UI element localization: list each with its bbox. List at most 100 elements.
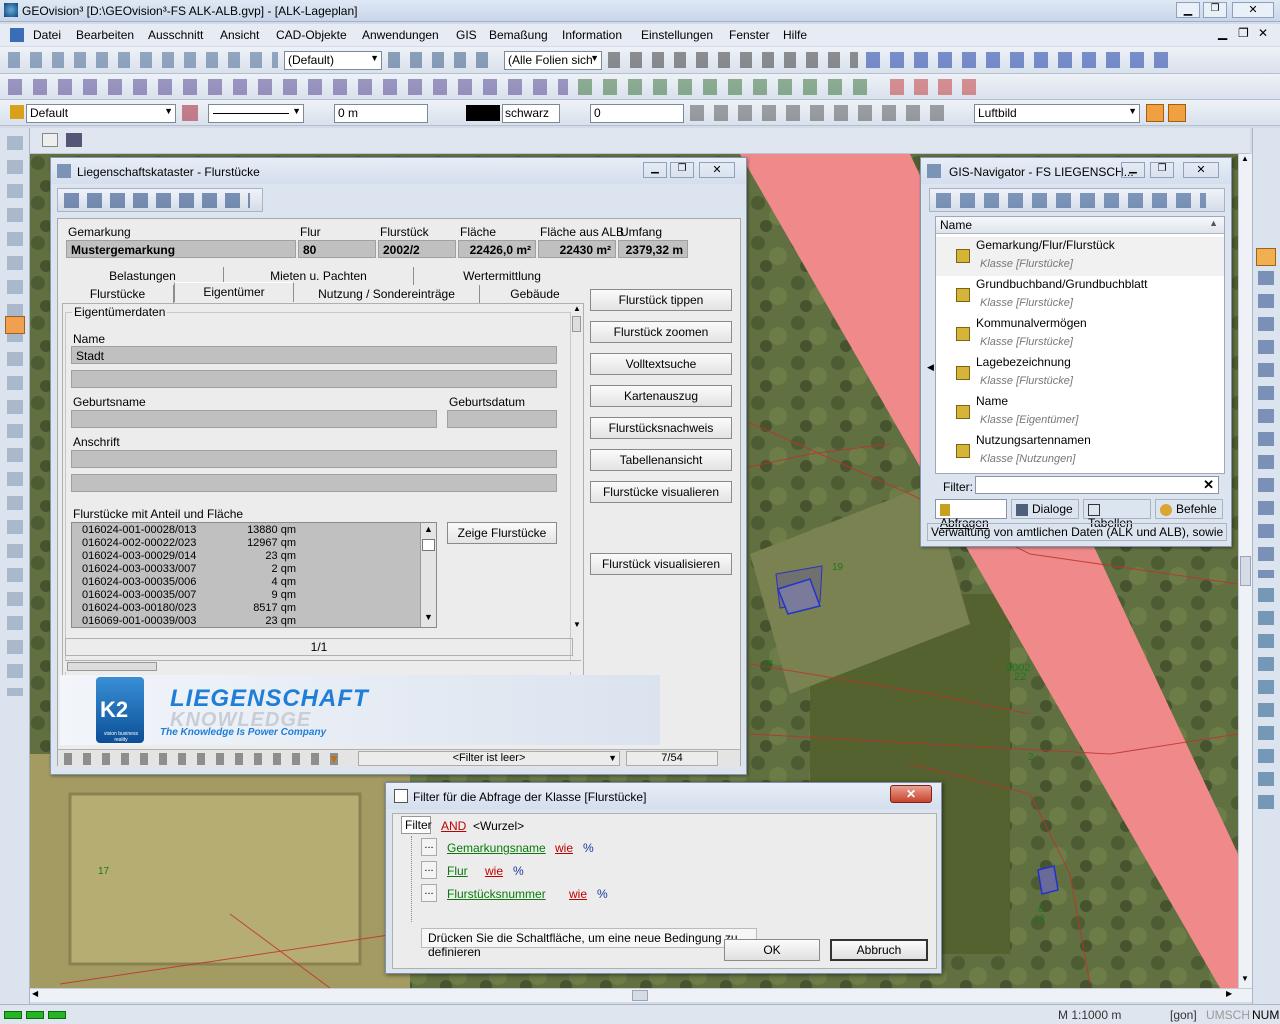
parcels-list[interactable]: 016024-001-00028/013 13880 qm 016024-002-0… xyxy=(71,522,437,628)
tab-gebaeude[interactable]: Gebäude xyxy=(480,285,590,303)
tab-abfragen[interactable]: Abfragen xyxy=(935,499,1007,530)
condition-edit-button[interactable]: ... xyxy=(421,884,437,902)
clear-filter-icon[interactable]: ✕ xyxy=(1203,477,1214,493)
flurstueck-tippen-button[interactable]: Flurstück tippen xyxy=(590,289,732,311)
condition-operator[interactable]: wie xyxy=(569,887,587,901)
scroll-thumb[interactable] xyxy=(1240,556,1251,586)
kataster-restore-icon[interactable]: ❐ xyxy=(670,162,694,178)
toolbar-icons-info[interactable] xyxy=(866,52,1176,68)
restore-button[interactable]: ❐ xyxy=(1203,2,1227,18)
map-vertical-scrollbar[interactable]: ▲ ▼ xyxy=(1238,154,1252,988)
cancel-button[interactable]: Abbruch xyxy=(830,939,928,961)
parcels-scroll-thumb[interactable] xyxy=(422,539,435,551)
condition-edit-button[interactable]: ... xyxy=(421,838,437,856)
toolbar-icons-file[interactable] xyxy=(8,52,278,68)
color-select[interactable]: schwarz xyxy=(502,104,560,123)
distance-input[interactable]: 0 m xyxy=(334,104,428,123)
window-icon[interactable] xyxy=(42,133,58,147)
navigator-close-icon[interactable]: ✕ xyxy=(1183,162,1219,178)
parcels-scrollbar[interactable]: ▲ ▼ xyxy=(420,523,436,627)
filter-close-button[interactable]: ✕ xyxy=(890,785,932,803)
zoom-window-icon[interactable] xyxy=(1256,248,1276,266)
birthname-field[interactable] xyxy=(71,410,437,428)
menu-datei[interactable]: Datei xyxy=(33,28,61,42)
filter-tree-root[interactable]: Filter xyxy=(401,816,432,834)
toolbar-icons-draw[interactable] xyxy=(388,52,498,68)
folien-select[interactable]: (Alle Folien sich ▼ xyxy=(504,51,602,70)
list-item[interactable]: 016024-003-00180/023 8517 qm xyxy=(72,602,418,615)
list-item[interactable]: 016069-001-00039/003 23 qm xyxy=(72,615,418,627)
mdi-close-icon[interactable]: ✕ xyxy=(1258,26,1268,40)
hscroll-thumb[interactable] xyxy=(632,990,648,1001)
pencil-icon[interactable] xyxy=(10,105,24,119)
kataster-minimize-icon[interactable]: ▁ xyxy=(643,162,667,178)
tab-nutzung[interactable]: Nutzung / Sondereinträge xyxy=(294,285,480,303)
show-parcels-button[interactable]: Zeige Flurstücke xyxy=(447,522,557,544)
kataster-toolbar-icons[interactable] xyxy=(64,193,250,208)
menu-information[interactable]: Information xyxy=(562,28,622,42)
condition-operator[interactable]: wie xyxy=(555,841,573,855)
toolbar-icons-snap[interactable] xyxy=(608,52,858,68)
background-select[interactable]: Luftbild ▼ xyxy=(974,104,1140,123)
navigation-tools-icons[interactable] xyxy=(1258,588,1274,818)
layer-select[interactable]: (Default) ▼ xyxy=(284,51,382,70)
menu-gis[interactable]: GIS xyxy=(456,28,477,42)
toolbar-icons-edit[interactable] xyxy=(578,79,878,95)
tab-eigentuemer[interactable]: Eigentümer xyxy=(174,282,294,302)
flurstueck-visualisieren-button[interactable]: Flurstück visualisieren xyxy=(590,553,732,575)
palette-icon[interactable] xyxy=(182,105,198,121)
record-nav-icons[interactable] xyxy=(64,753,344,765)
toolbar-icons-misc[interactable] xyxy=(690,105,950,121)
panel-scrollbar[interactable]: ▲ ▼ xyxy=(571,304,583,634)
address-field-2[interactable] xyxy=(71,474,557,492)
flurstuecke-visualieren-button[interactable]: Flurstücke visualieren xyxy=(590,481,732,503)
condition-value[interactable]: % xyxy=(583,841,594,855)
flurstuecksnachweis-button[interactable]: Flurstücksnachweis xyxy=(590,417,732,439)
edit-icon[interactable] xyxy=(1168,104,1186,122)
condition-operator[interactable]: wie xyxy=(485,864,503,878)
address-field-1[interactable] xyxy=(71,450,557,468)
and-operator[interactable]: AND xyxy=(441,819,466,833)
menu-fenster[interactable]: Fenster xyxy=(729,28,770,42)
kartenauszug-button[interactable]: Kartenauszug xyxy=(590,385,732,407)
active-tool-icon[interactable] xyxy=(5,316,25,334)
navigator-column-header[interactable]: Name ▲ xyxy=(936,217,1224,234)
condition-value[interactable]: % xyxy=(597,887,608,901)
navigator-restore-icon[interactable]: ❐ xyxy=(1150,162,1174,178)
print-icon[interactable] xyxy=(66,133,82,147)
toolbar-icons-cad[interactable] xyxy=(8,79,568,95)
color-swatch[interactable] xyxy=(466,105,500,121)
mdi-minimize-icon[interactable]: ▁ xyxy=(1218,26,1227,40)
navigator-item[interactable]: Name Klasse [Eigentümer] xyxy=(936,393,1224,432)
list-item[interactable]: 016024-003-00029/014 23 qm xyxy=(72,550,418,563)
scroll-down-icon[interactable]: ▼ xyxy=(1241,974,1249,983)
left-toolbar-icons[interactable] xyxy=(7,136,23,696)
panel-scroll-thumb[interactable] xyxy=(572,316,581,332)
navigator-collapse-icon[interactable]: ◀ xyxy=(927,362,934,373)
list-item[interactable]: 016024-002-00022/023 12967 qm xyxy=(72,537,418,550)
list-item[interactable]: 016024-003-00033/007 2 qm xyxy=(72,563,418,576)
menu-bearbeiten[interactable]: Bearbeiten xyxy=(76,28,134,42)
name-field[interactable]: Stadt xyxy=(71,346,557,364)
linetype-select[interactable]: ▼ xyxy=(208,104,304,123)
filter-status-select[interactable]: <Filter ist leer> ▼ xyxy=(358,751,620,766)
scroll-up-icon[interactable]: ▲ xyxy=(573,304,581,313)
kataster-close-icon[interactable]: ✕ xyxy=(699,162,735,178)
tab-flurstuecke[interactable]: Flurstücke xyxy=(62,285,174,303)
condition-edit-button[interactable]: ... xyxy=(421,861,437,879)
menu-bemassung[interactable]: Bemaßung xyxy=(489,28,548,42)
menu-cad-objekte[interactable]: CAD-Objekte xyxy=(276,28,347,42)
navigator-item[interactable]: Grundbuchband/Grundbuchblatt Klasse [Flur… xyxy=(936,276,1224,315)
style-select[interactable]: Default ▼ xyxy=(26,104,176,123)
navigator-toolbar-icons[interactable] xyxy=(936,193,1206,208)
condition-field[interactable]: Gemarkungsname xyxy=(447,841,546,855)
panel-hscrollbar[interactable] xyxy=(65,660,581,672)
scroll-up-icon[interactable]: ▲ xyxy=(424,524,433,534)
list-item[interactable]: 016024-003-00035/007 9 qm xyxy=(72,589,418,602)
scroll-right-icon[interactable]: ▶ xyxy=(1226,989,1232,998)
ok-button[interactable]: OK xyxy=(724,939,820,961)
condition-field[interactable]: Flurstücksnummer xyxy=(447,887,546,901)
filter-funnel-icon[interactable]: ▼ xyxy=(328,752,340,766)
scroll-left-icon[interactable]: ◀ xyxy=(32,989,38,998)
hscroll-thumb[interactable] xyxy=(67,662,157,671)
